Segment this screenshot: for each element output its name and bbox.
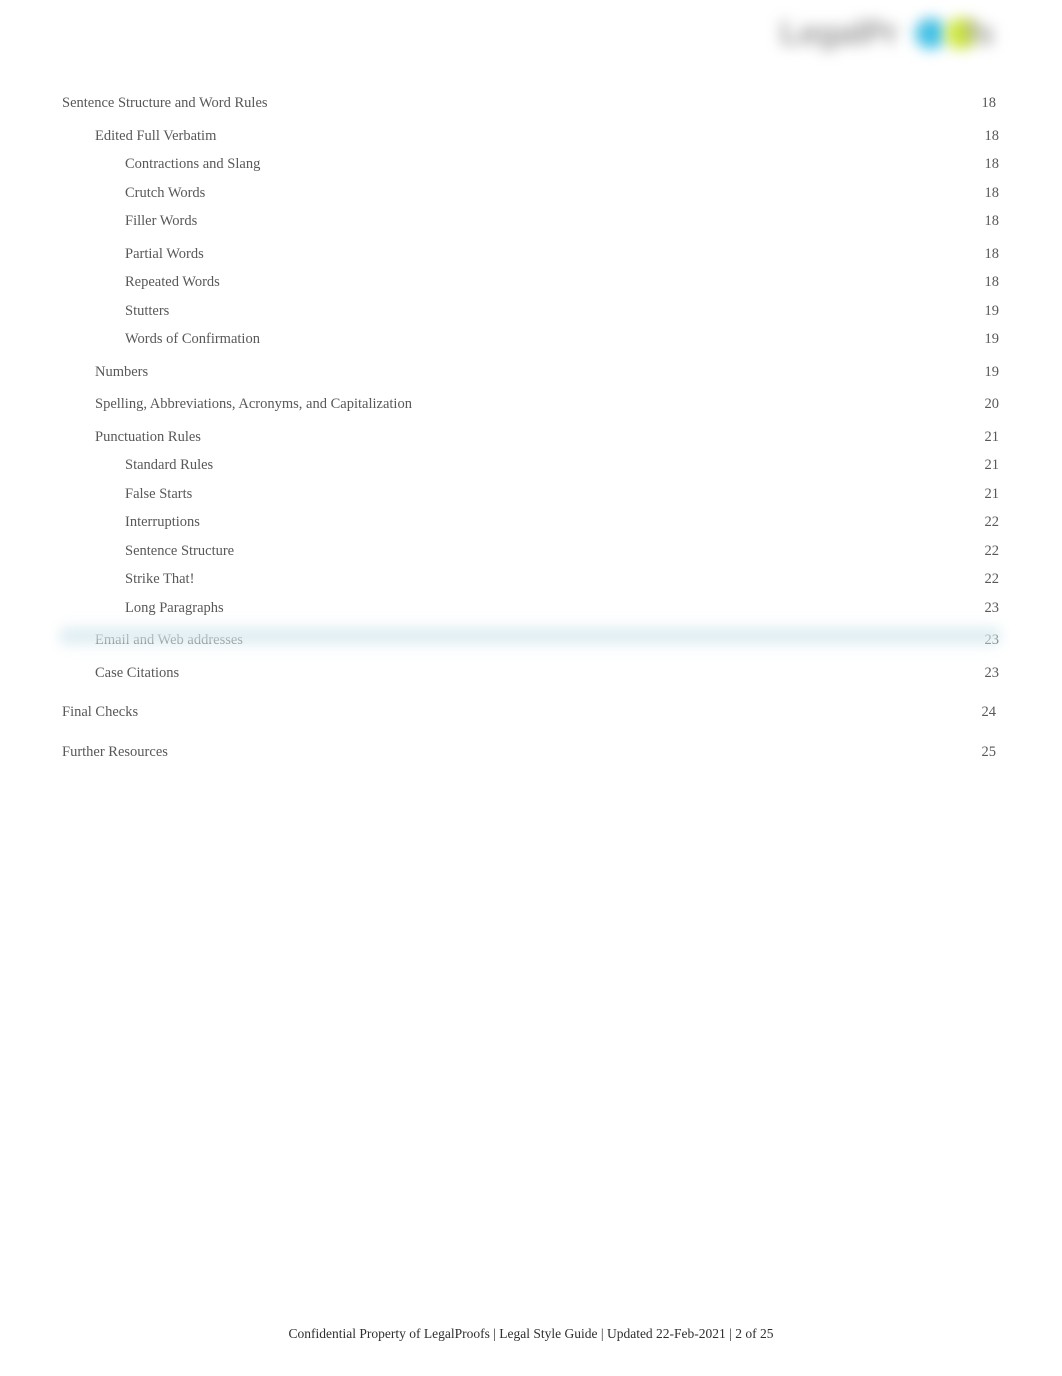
- toc-entry-page-number: 23: [984, 664, 1000, 681]
- toc-entry-label: Crutch Words: [125, 184, 206, 201]
- toc-entry-label: Interruptions: [125, 514, 200, 530]
- toc-entry[interactable]: Spelling, Abbreviations, Acronyms, and C…: [62, 397, 999, 412]
- toc-entry-label: Strike That!: [125, 571, 195, 587]
- toc-entry-page-number: 18: [984, 245, 1000, 262]
- toc-entry-page-number: 19: [984, 331, 1000, 347]
- toc-entry-page-number: 18: [984, 127, 1000, 144]
- toc-entry[interactable]: Long Paragraphs 23: [62, 599, 1000, 616]
- toc-entry-label: Further Resources: [62, 743, 168, 760]
- toc-entry-label: Case Citations: [95, 664, 180, 681]
- toc-entry[interactable]: Repeated Words 18: [62, 275, 999, 290]
- toc-entry-page-number: 25: [981, 743, 997, 760]
- toc-entry-page-number: 24: [981, 704, 997, 720]
- toc-entry-label: Edited Full Verbatim: [95, 127, 217, 144]
- toc-entry-page-number: 18: [981, 95, 997, 111]
- toc-entry-label: Long Paragraphs: [125, 599, 224, 616]
- toc-entry[interactable]: False Starts 21: [62, 485, 1000, 502]
- toc-entry-label: Punctuation Rules: [95, 428, 201, 445]
- logo-cyan-dot-icon: [915, 18, 946, 49]
- toc-entry-label: Stutters: [125, 302, 170, 319]
- toc-entry[interactable]: Strike That! 22: [62, 572, 999, 587]
- toc-entry-page-number: 20: [984, 396, 1000, 412]
- toc-entry-label: Numbers: [95, 363, 149, 380]
- toc-entry-label: Final Checks: [62, 704, 139, 720]
- toc-entry[interactable]: Further Resources 25: [62, 743, 999, 760]
- toc-entry-page-number: 22: [984, 571, 1000, 587]
- toc-entry-label: Standard Rules: [125, 457, 214, 473]
- toc-entry-page-number: 18: [984, 213, 1000, 229]
- toc-entry-label: Repeated Words: [125, 274, 220, 290]
- toc-entry-label: Sentence Structure and Word Rules: [62, 95, 268, 111]
- document-page: LegalPr fs Sentence Structure and Word R…: [0, 0, 1062, 1376]
- toc-entry-page-number: 22: [984, 514, 1000, 530]
- toc-entry-label: Filler Words: [125, 213, 198, 229]
- toc-entry-page-number: 21: [984, 457, 1000, 473]
- toc-entry[interactable]: Interruptions 22: [62, 515, 999, 530]
- toc-entry[interactable]: Partial Words 18: [62, 245, 1000, 262]
- toc-entry[interactable]: Final Checks 24: [62, 705, 999, 720]
- redacted-blurred-band: [60, 623, 1000, 649]
- toc-entry-page-number: 18: [984, 184, 1000, 201]
- page-footer: Confidential Property of LegalProofs | L…: [288, 1326, 774, 1341]
- toc-entry-page-number: 19: [984, 363, 1000, 380]
- toc-entry[interactable]: Case Citations 23: [62, 664, 1000, 681]
- toc-entry[interactable]: Sentence Structure and Word Rules 18: [62, 96, 999, 111]
- toc-entry[interactable]: Edited Full Verbatim 18: [62, 127, 1000, 144]
- logo-wordmark-tail: fs: [965, 16, 995, 50]
- toc-entry-page-number: 22: [984, 542, 1000, 559]
- toc-entry-label: Spelling, Abbreviations, Acronyms, and C…: [95, 396, 412, 412]
- toc-entry[interactable]: Words of Confirmation 19: [62, 332, 999, 347]
- table-of-contents: Sentence Structure and Word Rules 18 Edite…: [62, 96, 999, 759]
- toc-entry[interactable]: Crutch Words 18: [62, 184, 1000, 201]
- toc-entry-label: Contractions and Slang: [125, 156, 261, 172]
- toc-entry-label: Words of Confirmation: [125, 331, 260, 347]
- toc-entry[interactable]: Numbers 19: [62, 363, 1000, 380]
- toc-entry-page-number: 23: [984, 599, 1000, 616]
- toc-entry-page-number: 19: [984, 302, 1000, 319]
- legalproofs-logo: LegalPr fs: [760, 2, 1020, 74]
- toc-entry[interactable]: Standard Rules 21: [62, 458, 999, 473]
- toc-entry[interactable]: Contractions and Slang 18: [62, 157, 999, 172]
- toc-entry-page-number: 18: [984, 274, 1000, 290]
- toc-entry[interactable]: Sentence Structure 22: [62, 542, 1000, 559]
- toc-entry-page-number: 18: [984, 156, 1000, 172]
- toc-entry[interactable]: Punctuation Rules 21: [62, 428, 1000, 445]
- toc-entry-page-number: 21: [984, 428, 1000, 445]
- toc-entry-page-number: 21: [984, 485, 1000, 502]
- toc-entry[interactable]: Stutters 19: [62, 302, 1000, 319]
- toc-entry-label: False Starts: [125, 485, 193, 502]
- toc-entry[interactable]: Filler Words 18: [62, 214, 999, 229]
- toc-entry-label: Sentence Structure: [125, 542, 235, 559]
- toc-entry-label: Partial Words: [125, 245, 204, 262]
